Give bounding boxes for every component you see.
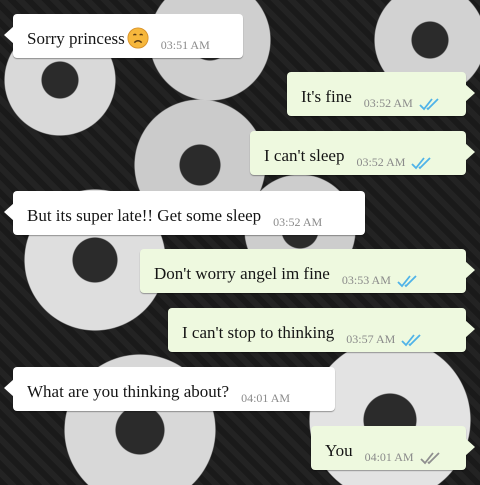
message-bubble-incoming[interactable]: Sorry princess 03:51 AM <box>4 14 243 58</box>
message-text: You <box>325 441 353 460</box>
timestamp: 03:52 AM <box>356 155 406 169</box>
message-meta: 03:57 AM <box>346 332 423 347</box>
message-meta: 04:01 AM <box>365 450 442 465</box>
double-check-read-icon <box>419 97 439 110</box>
message-text: Don't worry angel im fine <box>154 264 330 283</box>
timestamp: 04:01 AM <box>241 391 291 405</box>
message-meta: 04:01 AM <box>241 391 290 406</box>
disappointed-face-emoji-icon <box>127 27 149 50</box>
message-bubble-outgoing[interactable]: You 04:01 AM <box>311 426 475 470</box>
double-check-read-icon <box>411 156 432 169</box>
timestamp: 04:01 AM <box>364 450 414 464</box>
message-bubble-outgoing[interactable]: Don't worry angel im fine 03:53 AM <box>140 249 475 293</box>
message-bubble-outgoing[interactable]: I can't stop to thinking 03:57 AM <box>168 308 475 352</box>
timestamp: 03:57 AM <box>346 332 396 346</box>
message-bubble-outgoing[interactable]: I can't sleep 03:52 AM <box>250 131 475 175</box>
message-text: It's fine <box>301 87 352 106</box>
message-meta: 03:51 AM <box>161 38 210 53</box>
message-meta: 03:52 AM <box>364 96 441 111</box>
message-bubble-outgoing[interactable]: It's fine 03:52 AM <box>287 72 475 116</box>
double-check-sent-icon <box>419 451 440 464</box>
message-text: I can't sleep <box>264 146 345 165</box>
timestamp: 03:52 AM <box>273 215 323 229</box>
timestamp: 03:53 AM <box>341 273 391 287</box>
double-check-read-icon <box>401 333 421 346</box>
timestamp: 03:52 AM <box>363 96 413 110</box>
message-meta: 03:53 AM <box>342 273 419 288</box>
message-meta: 03:52 AM <box>356 155 433 170</box>
message-text: Sorry princess <box>27 29 125 48</box>
message-text: But its super late!! Get some sleep <box>27 206 262 225</box>
message-text: What are you thinking about? <box>27 382 230 401</box>
double-check-read-icon <box>397 274 417 287</box>
message-bubble-incoming[interactable]: What are you thinking about? 04:01 AM <box>4 367 335 411</box>
message-meta: 03:52 AM <box>273 215 322 230</box>
message-bubble-incoming[interactable]: But its super late!! Get some sleep 03:5… <box>4 191 365 235</box>
timestamp: 03:51 AM <box>160 38 210 52</box>
message-text: I can't stop to thinking <box>182 323 335 342</box>
